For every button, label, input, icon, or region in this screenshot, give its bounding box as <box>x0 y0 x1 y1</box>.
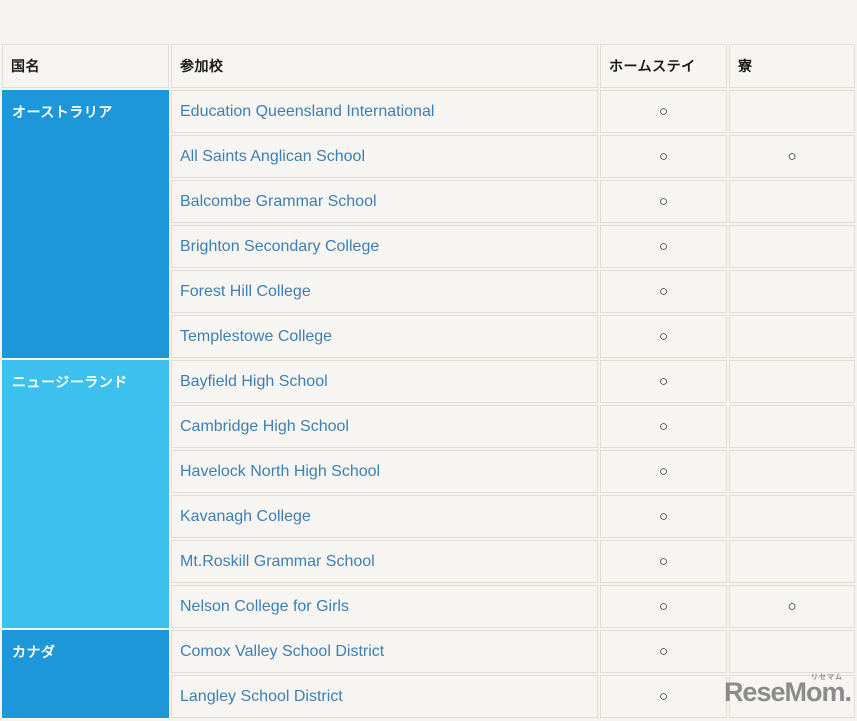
header-country: 国名 <box>2 44 169 88</box>
school-link[interactable]: Bayfield High School <box>180 373 328 390</box>
header-dorm: 寮 <box>729 44 855 88</box>
dorm-mark <box>729 225 855 268</box>
dorm-mark <box>729 360 855 403</box>
resemom-logo-text: ReseMom <box>723 677 846 707</box>
school-link[interactable]: Kavanagh College <box>180 508 311 525</box>
homestay-mark: ○ <box>600 315 727 358</box>
dorm-mark <box>729 405 855 448</box>
school-link[interactable]: Templestowe College <box>180 328 332 345</box>
homestay-mark: ○ <box>600 405 727 448</box>
dorm-mark <box>729 90 855 133</box>
schools-table: 国名 参加校 ホームステイ 寮 オーストラリア Education Queens… <box>0 42 857 720</box>
homestay-mark: ○ <box>600 540 727 583</box>
header-row: 国名 参加校 ホームステイ 寮 <box>2 44 855 88</box>
homestay-mark: ○ <box>600 675 727 718</box>
school-link[interactable]: Comox Valley School District <box>180 643 384 660</box>
table-row: オーストラリア Education Queensland Internation… <box>2 90 855 358</box>
dorm-mark <box>729 450 855 493</box>
header-school: 参加校 <box>171 44 598 88</box>
resemom-logo: リセマム ReseMom. <box>724 672 852 706</box>
homestay-mark: ○ <box>600 495 727 538</box>
school-link[interactable]: Balcombe Grammar School <box>180 193 377 210</box>
country-cell-newzealand: ニュージーランド <box>2 360 169 628</box>
school-link[interactable]: Brighton Secondary College <box>180 238 379 255</box>
homestay-mark: ○ <box>600 270 727 313</box>
resemom-logo-dot: . <box>844 677 852 707</box>
dorm-mark <box>729 495 855 538</box>
dorm-mark: ○ <box>729 585 855 628</box>
dorm-mark <box>729 540 855 583</box>
homestay-mark: ○ <box>600 585 727 628</box>
school-link[interactable]: Langley School District <box>180 688 343 705</box>
school-link[interactable]: Mt.Roskill Grammar School <box>180 553 375 570</box>
page: { "table": { "headers": { "country": "国名… <box>0 0 857 721</box>
dorm-mark <box>729 270 855 313</box>
table-row: ニュージーランド Bayfield High School ○ <box>2 360 855 628</box>
homestay-mark: ○ <box>600 225 727 268</box>
school-link[interactable]: Forest Hill College <box>180 283 311 300</box>
school-link[interactable]: Cambridge High School <box>180 418 349 435</box>
header-homestay: ホームステイ <box>600 44 727 88</box>
country-cell-australia: オーストラリア <box>2 90 169 358</box>
school-link[interactable]: Education Queensland International <box>180 103 434 120</box>
homestay-mark: ○ <box>600 90 727 133</box>
homestay-mark: ○ <box>600 450 727 493</box>
homestay-mark: ○ <box>600 360 727 403</box>
resemom-logo-ruby: リセマム <box>811 674 843 681</box>
school-link[interactable]: Havelock North High School <box>180 463 380 480</box>
dorm-mark: ○ <box>729 135 855 178</box>
homestay-mark: ○ <box>600 135 727 178</box>
school-link[interactable]: Nelson College for Girls <box>180 598 349 615</box>
dorm-mark <box>729 315 855 358</box>
country-cell-canada: カナダ <box>2 630 169 718</box>
table-row: カナダ Comox Valley School District ○ <box>2 630 855 718</box>
school-link[interactable]: All Saints Anglican School <box>180 148 365 165</box>
homestay-mark: ○ <box>600 180 727 223</box>
dorm-mark <box>729 630 855 673</box>
homestay-mark: ○ <box>600 630 727 673</box>
dorm-mark <box>729 180 855 223</box>
